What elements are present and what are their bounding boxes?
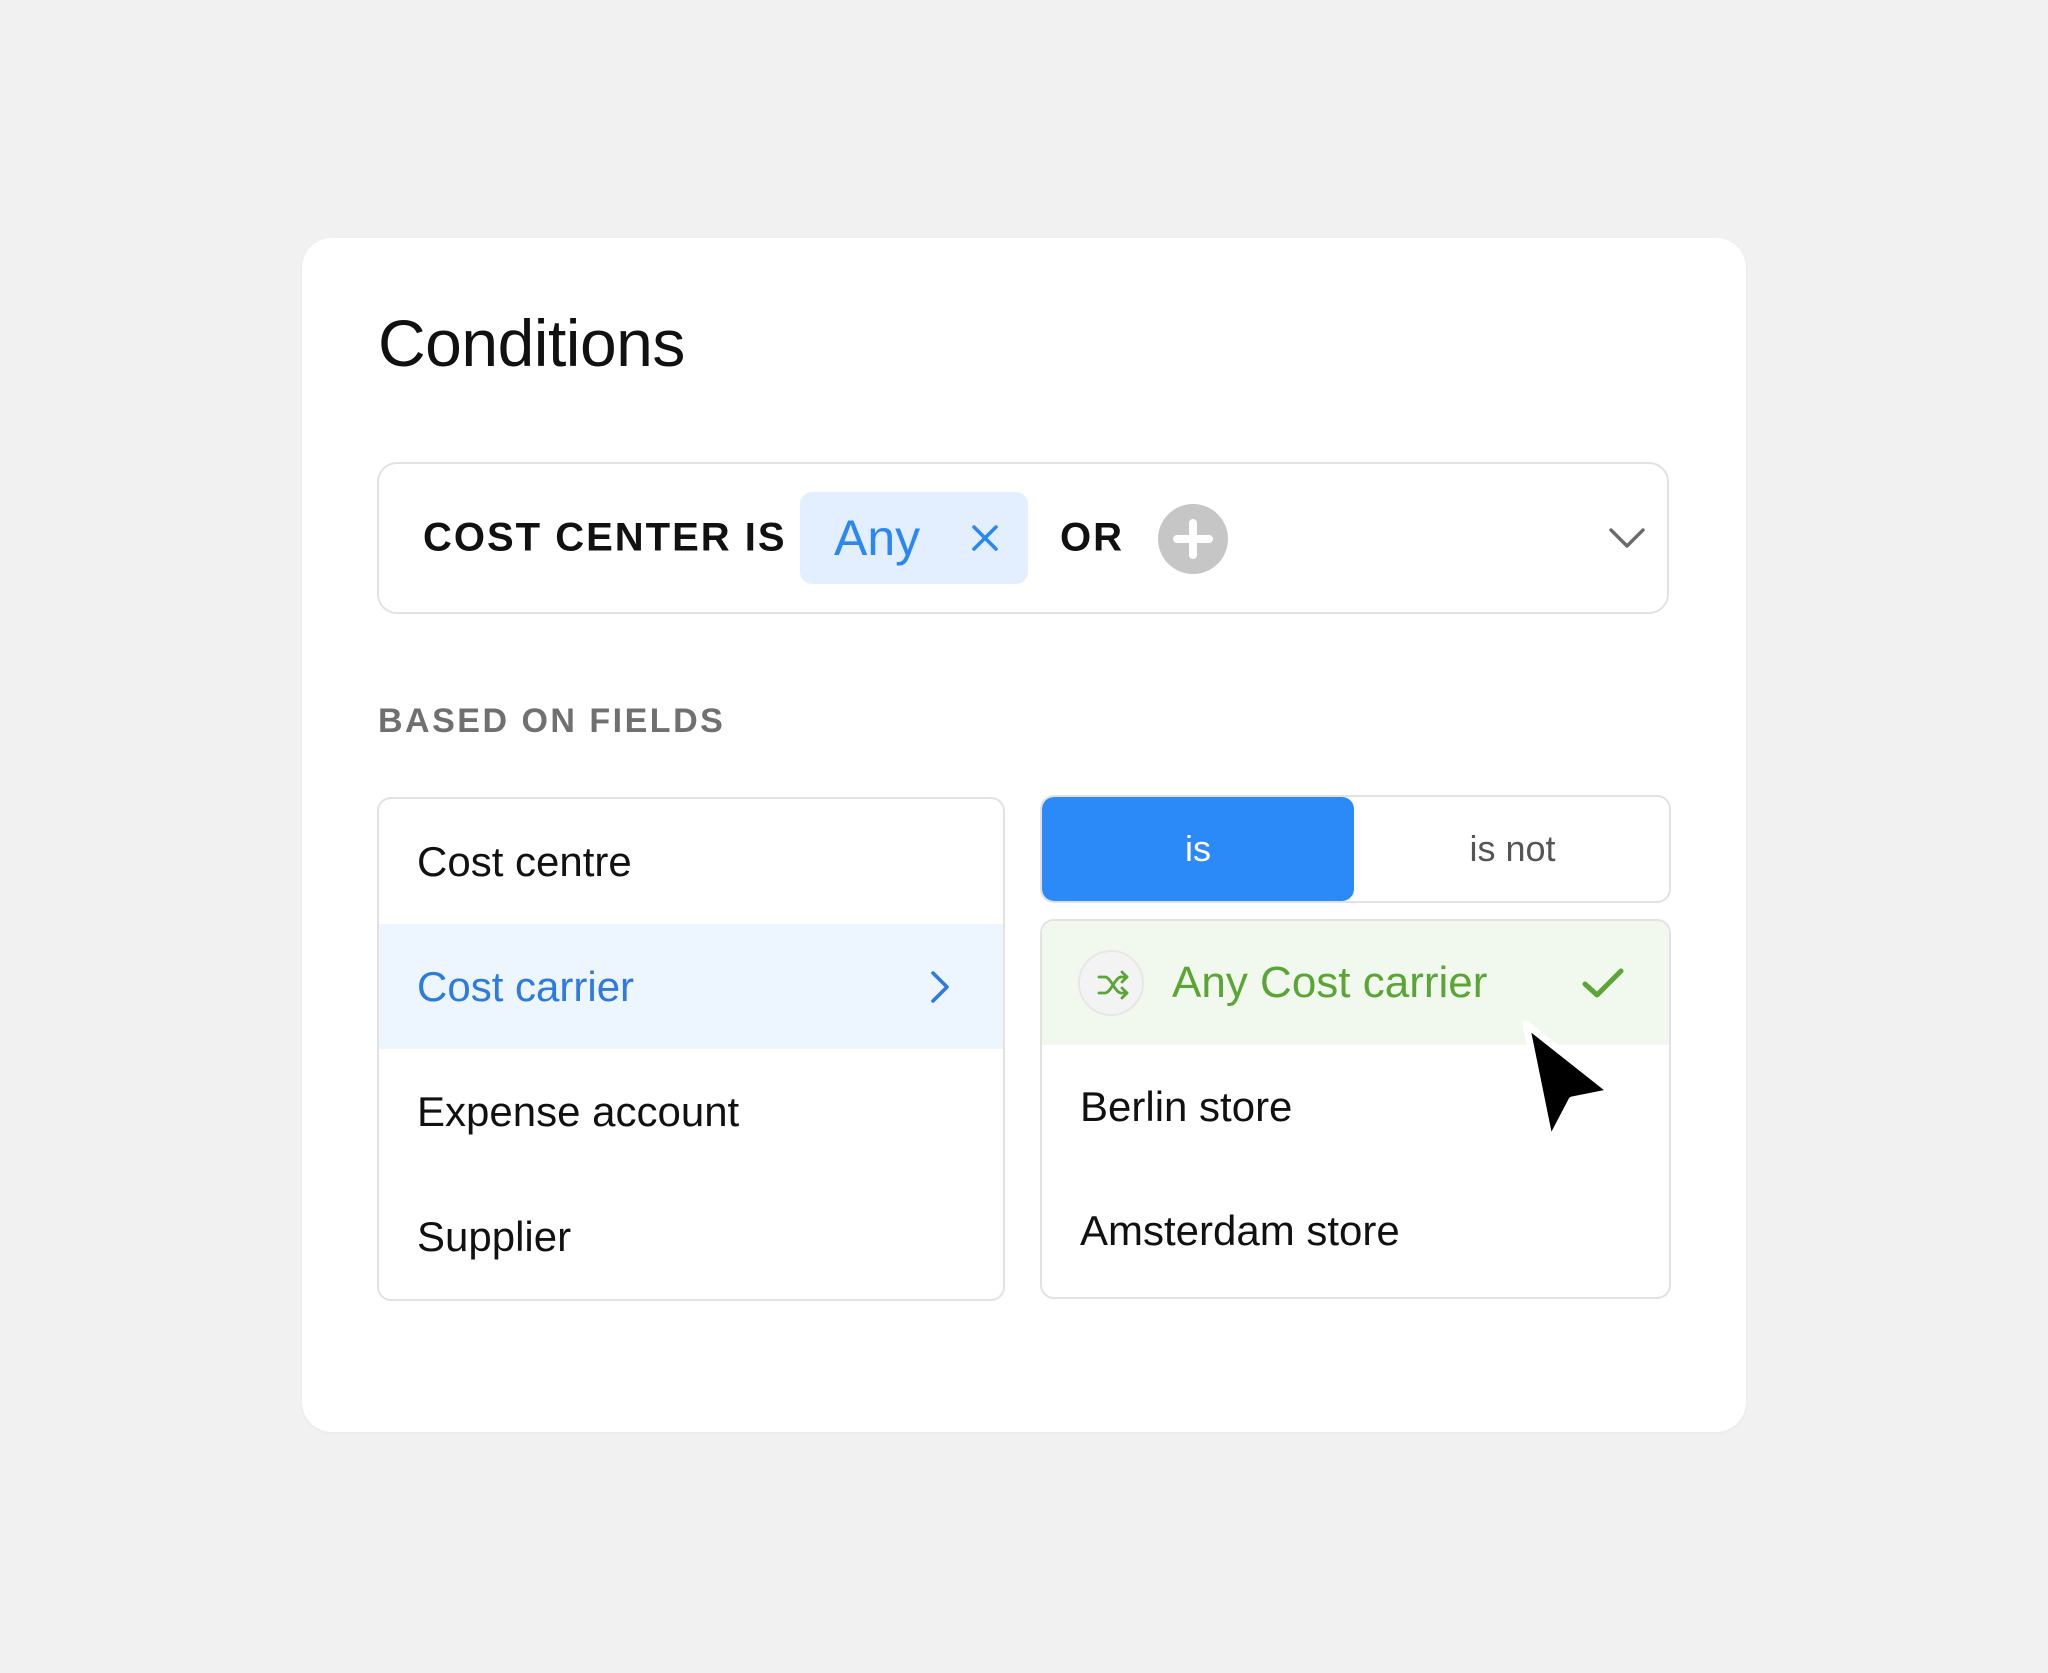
operator-is-not-button[interactable]: is not — [1354, 797, 1669, 901]
field-item-cost-centre[interactable]: Cost centre — [379, 799, 1003, 924]
condition-bar[interactable]: COST CENTER IS Any OR — [377, 462, 1669, 614]
field-item-expense-account[interactable]: Expense account — [379, 1049, 1003, 1174]
field-item-label: Expense account — [417, 1087, 740, 1135]
value-item-label: Berlin store — [1080, 1083, 1293, 1130]
condition-label: COST CENTER IS — [423, 515, 787, 560]
field-item-label: Cost carrier — [417, 962, 635, 1010]
value-item-amsterdam-store[interactable]: Amsterdam store — [1042, 1169, 1669, 1293]
field-item-supplier[interactable]: Supplier — [379, 1174, 1003, 1299]
operator-toggle: is is not — [1040, 795, 1671, 903]
page-title: Conditions — [378, 306, 685, 380]
value-item-any-cost-carrier[interactable]: Any Cost carrier — [1042, 921, 1669, 1045]
value-item-berlin-store[interactable]: Berlin store — [1042, 1045, 1669, 1169]
operator-is-label: is — [1185, 828, 1211, 869]
shuffle-icon — [1078, 950, 1144, 1016]
values-list: Any Cost carrier Berlin store Amsterdam … — [1040, 919, 1671, 1299]
check-icon — [1582, 968, 1624, 998]
value-item-label: Any Cost carrier — [1172, 958, 1488, 1007]
plus-icon — [1173, 519, 1213, 559]
fields-list: Cost centre Cost carrier Expense account… — [377, 797, 1005, 1301]
chevron-down-icon[interactable] — [1607, 526, 1647, 550]
field-item-cost-carrier[interactable]: Cost carrier — [379, 924, 1003, 1049]
close-icon[interactable] — [970, 523, 1000, 553]
value-item-label: Amsterdam store — [1080, 1207, 1400, 1254]
condition-value-chip[interactable]: Any — [800, 492, 1028, 584]
section-label: BASED ON FIELDS — [378, 702, 726, 740]
operator-is-button[interactable]: is — [1042, 797, 1354, 901]
conditions-card: Conditions COST CENTER IS Any OR BASED O… — [302, 238, 1746, 1432]
operator-is-not-label: is not — [1469, 828, 1556, 869]
field-item-label: Cost centre — [417, 837, 632, 885]
chevron-right-icon — [931, 970, 949, 1003]
chip-label: Any — [834, 510, 921, 566]
add-condition-button[interactable] — [1158, 504, 1228, 574]
or-label: OR — [1060, 515, 1124, 560]
field-item-label: Supplier — [417, 1212, 572, 1260]
